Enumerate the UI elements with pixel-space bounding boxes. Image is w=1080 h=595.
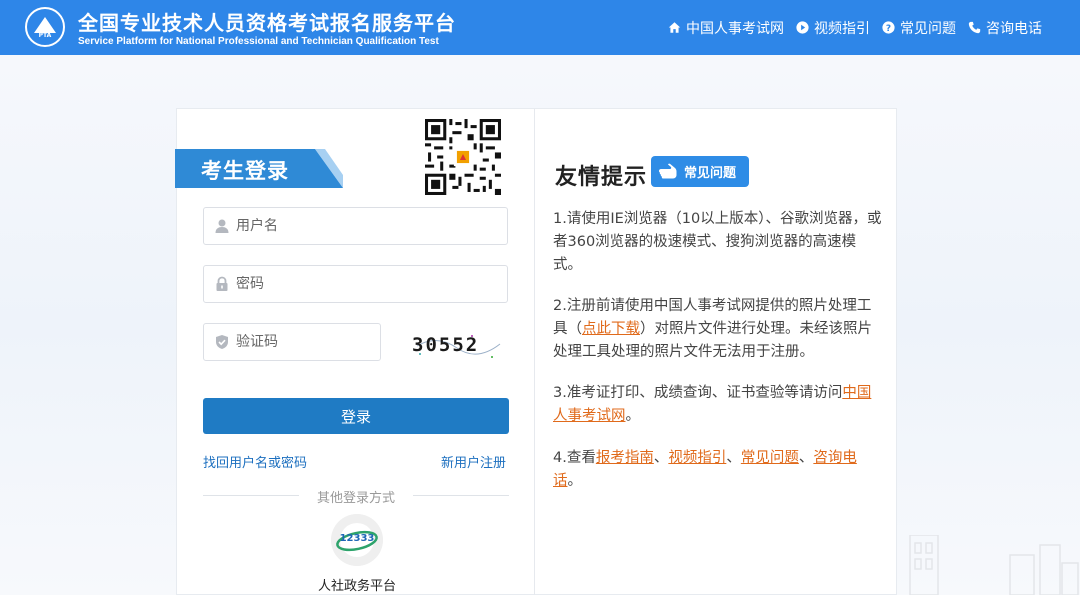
buildings-decoration (909, 535, 1079, 595)
nav-item-label: 视频指引 (814, 20, 870, 37)
tip-item-3: 3.准考证打印、成绩查询、证书查验等请访问中国人事考试网。 (553, 382, 883, 428)
user-icon (214, 218, 230, 234)
captcha-image[interactable]: 30552 (412, 324, 502, 364)
login-button[interactable]: 登录 (203, 398, 509, 434)
site-title: 全国专业技术人员资格考试报名服务平台 (78, 11, 456, 35)
site-logo[interactable]: PTA (25, 7, 65, 47)
separator: 、 (653, 450, 669, 466)
captcha-text: 30552 (412, 334, 479, 356)
top-header: PTA 全国专业技术人员资格考试报名服务平台 Service Platform … (0, 0, 1080, 55)
logo-text: PTA (38, 32, 52, 39)
username-field[interactable] (203, 207, 508, 245)
password-input[interactable] (236, 276, 496, 292)
qr-code-image[interactable] (425, 119, 501, 195)
tip-text: 3.准考证打印、成绩查询、证书查验等请访问 (553, 385, 843, 401)
exam-guide-link[interactable]: 报考指南 (596, 450, 654, 466)
home-icon (668, 21, 681, 34)
pointing-hand-icon (659, 163, 677, 178)
tip-item-1: 1.请使用IE浏览器（10以上版本）、谷歌浏览器，或者360浏览器的极速模式、搜… (553, 208, 883, 277)
divider-line-right (413, 495, 509, 496)
login-heading: 考生登录 (175, 149, 343, 188)
header-nav: 中国人事考试网 视频指引 ? 常见问题 咨询电话 (668, 0, 1042, 55)
play-icon (796, 21, 809, 34)
phone-icon (968, 21, 981, 34)
nav-item-label: 中国人事考试网 (686, 20, 784, 37)
site-subtitle: Service Platform for National Profession… (78, 36, 439, 47)
help-icon: ? (882, 21, 895, 34)
video-guide-link[interactable]: 视频指引 (668, 450, 726, 466)
renshe-platform-logo[interactable]: 12333 (331, 514, 383, 566)
faq-link[interactable]: 常见问题 (741, 450, 799, 466)
svg-text:?: ? (886, 24, 891, 34)
nav-item-label: 咨询电话 (986, 20, 1042, 37)
separator: 、 (798, 450, 814, 466)
captcha-field[interactable] (203, 323, 381, 361)
login-card: 考生登录 用户名 验证码 30552 登录 找回用户名或密码 新用户注册 其他登… (175, 108, 897, 595)
login-title: 考生登录 (201, 159, 289, 183)
separator: 、 (726, 450, 741, 466)
nav-item-label: 常见问题 (900, 20, 956, 37)
nav-item-hotline[interactable]: 咨询电话 (968, 18, 1042, 38)
other-login-label: 其他登录方式 (316, 491, 395, 506)
tips-title: 友情提示 (555, 165, 648, 190)
register-link[interactable]: 新用户注册 (441, 452, 506, 471)
tip-text: 。 (567, 473, 583, 489)
shield-check-icon (214, 334, 230, 350)
lock-icon (214, 276, 230, 292)
renshe-logo-text: 12333 (340, 533, 375, 544)
faq-badge-label: 常见问题 (684, 166, 737, 181)
username-input[interactable] (236, 218, 496, 234)
password-field[interactable] (203, 265, 508, 303)
alt-login-label: 人社政务平台 (317, 579, 396, 594)
tip-item-4: 4.查看报考指南、视频指引、常见问题、咨询电话。 (553, 447, 883, 493)
faq-badge-button[interactable]: 常见问题 (651, 156, 749, 187)
tip-text: 。 (625, 408, 641, 424)
captcha-input[interactable] (236, 334, 376, 350)
logo-mountain-icon (34, 17, 56, 33)
divider-line-left (203, 495, 299, 496)
tip-item-2: 2.注册前请使用中国人事考试网提供的照片处理工具（点此下载）对照片文件进行处理。… (553, 295, 883, 364)
nav-item-faq[interactable]: ? 常见问题 (882, 18, 956, 38)
download-tool-link[interactable]: 点此下载 (582, 321, 640, 337)
forgot-credentials-link[interactable]: 找回用户名或密码 (203, 452, 307, 471)
tip-text: 4.查看 (553, 450, 596, 466)
card-divider (534, 109, 535, 595)
nav-item-video-guide[interactable]: 视频指引 (796, 18, 870, 38)
nav-item-cpta[interactable]: 中国人事考试网 (668, 18, 784, 38)
tip-text: 1.请使用IE浏览器（10以上版本）、谷歌浏览器，或者360浏览器的极速模式、搜… (553, 211, 882, 273)
